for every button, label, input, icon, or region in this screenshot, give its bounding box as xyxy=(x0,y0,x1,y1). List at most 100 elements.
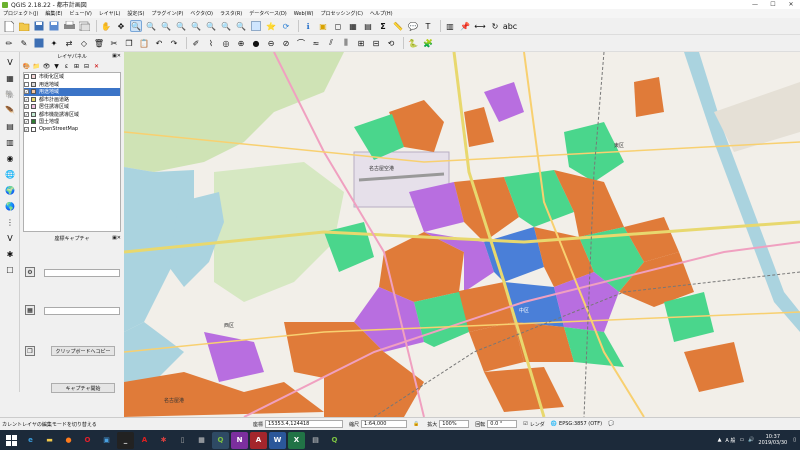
menu-plugins[interactable]: プラグイン(P) xyxy=(151,10,183,17)
zoom-actual-icon[interactable]: 🔍 xyxy=(160,20,172,32)
change-label-icon[interactable]: abc xyxy=(503,20,517,32)
crs-status[interactable]: EPSG:3857 (OTF) xyxy=(559,421,602,427)
add-wms-icon[interactable]: 🌐 xyxy=(4,168,16,180)
current-edits-icon[interactable]: ✏ xyxy=(3,37,15,49)
map-tips-icon[interactable]: 💬 xyxy=(407,20,419,32)
layer-checkbox[interactable] xyxy=(24,74,29,80)
layer-item-selected[interactable]: ✓ 用途地域 xyxy=(24,88,120,96)
split-parts-icon[interactable]: ⫼ xyxy=(340,37,352,49)
add-postgis-icon[interactable]: 🐘 xyxy=(4,88,16,100)
copy-icon[interactable]: ❐ xyxy=(25,346,35,356)
zoom-out-icon[interactable]: 🔍 xyxy=(145,20,157,32)
crs-icon[interactable]: 🌐 xyxy=(551,421,557,427)
offset-curve-icon[interactable]: ≈ xyxy=(310,37,322,49)
rotation-spinbox[interactable]: 0.0 ° xyxy=(487,420,518,428)
layer-checkbox[interactable]: ✓ xyxy=(24,104,29,110)
add-group-icon[interactable]: 📁 xyxy=(33,63,40,70)
menu-view[interactable]: ビュー(V) xyxy=(69,10,91,17)
add-feature-icon[interactable]: ✦ xyxy=(48,37,60,49)
add-virtual-layer-icon[interactable]: V xyxy=(4,232,16,244)
lock-icon[interactable]: 🔒 xyxy=(413,421,419,427)
render-checkbox[interactable]: ☑ xyxy=(523,421,527,427)
measure-icon[interactable]: 📏 xyxy=(392,20,404,32)
add-raster-icon[interactable]: ▦ xyxy=(4,72,16,84)
save-edits-icon[interactable] xyxy=(33,37,45,49)
save-as-icon[interactable] xyxy=(48,20,60,32)
remove-layer-icon[interactable]: ✕ xyxy=(93,63,100,70)
add-delimited-text-icon[interactable]: ⋮ xyxy=(4,216,16,228)
coord-display[interactable]: 15353.4,124418 xyxy=(265,420,344,428)
word-icon[interactable]: W xyxy=(269,431,286,449)
ie-icon[interactable]: e xyxy=(22,432,39,449)
notification-icon[interactable]: ▯ xyxy=(793,437,796,443)
statistics-icon[interactable]: Σ xyxy=(377,20,389,32)
copy-to-clipboard-button[interactable]: クリップボードへコピー xyxy=(51,346,115,356)
layer-checkbox[interactable]: ✓ xyxy=(24,89,29,95)
zoom-in-icon[interactable]: 🔍 xyxy=(130,20,142,32)
filter-legend-icon[interactable]: ▼ xyxy=(53,63,60,70)
attribute-table-icon[interactable]: ▦ xyxy=(347,20,359,32)
menu-raster[interactable]: ラスタ(R) xyxy=(220,10,242,17)
start-capture-button[interactable]: キャプチャ開始 xyxy=(51,383,115,393)
select-features-icon[interactable]: ▣ xyxy=(317,20,329,32)
add-db2-icon[interactable]: ▥ xyxy=(4,136,16,148)
move-feature-icon[interactable]: ⇄ xyxy=(63,37,75,49)
simplify-icon[interactable]: ⌇ xyxy=(205,37,217,49)
pin-label-icon[interactable]: 📌 xyxy=(459,20,471,32)
notepad-icon[interactable]: ▤ xyxy=(307,432,324,449)
excel-icon[interactable]: X xyxy=(288,431,305,449)
open-project-icon[interactable] xyxy=(18,20,30,32)
menu-database[interactable]: データベース(D) xyxy=(249,10,287,17)
delete-ring-icon[interactable]: ⊖ xyxy=(265,37,277,49)
menu-edit[interactable]: 編集(E) xyxy=(45,10,62,17)
paste-features-icon[interactable]: 📋 xyxy=(138,37,150,49)
panel-close-icon[interactable]: ▣✕ xyxy=(112,235,121,241)
redo-icon[interactable]: ↷ xyxy=(168,37,180,49)
print-composer-icon[interactable] xyxy=(63,20,75,32)
app-icon[interactable]: ✱ xyxy=(155,432,172,449)
new-temp-layer-icon[interactable]: ☐ xyxy=(4,264,16,276)
tablet-icon[interactable]: ▯ xyxy=(174,432,191,449)
zoom-next-icon[interactable]: 🔍 xyxy=(235,20,247,32)
messages-icon[interactable]: 💬 xyxy=(608,421,614,427)
menu-layer[interactable]: レイヤ(L) xyxy=(99,10,121,17)
open-layer-styling-icon[interactable]: 🎨 xyxy=(23,63,30,70)
new-shapefile-icon[interactable]: ✱ xyxy=(4,248,16,260)
photos-icon[interactable]: ▣ xyxy=(98,432,115,449)
layer-checkbox[interactable]: ✓ xyxy=(24,96,29,102)
menu-help[interactable]: ヘルプ(H) xyxy=(370,10,393,17)
minimize-button[interactable]: — xyxy=(746,0,764,9)
qgis-taskbar-icon-2[interactable]: Q xyxy=(326,432,343,449)
layer-checkbox[interactable]: ✓ xyxy=(24,111,29,117)
python-icon[interactable]: 🐍 xyxy=(407,37,419,49)
crs-select-icon[interactable]: ⚙ xyxy=(25,267,35,277)
move-label-icon[interactable]: ⟷ xyxy=(474,20,486,32)
firefox-icon[interactable]: ● xyxy=(60,432,77,449)
layer-item[interactable]: ✓ 都市計画道路 xyxy=(24,96,120,104)
copy-features-icon[interactable]: ❐ xyxy=(123,37,135,49)
split-features-icon[interactable]: ⫽ xyxy=(325,37,337,49)
layer-item[interactable]: 市街化区域 xyxy=(24,73,120,81)
pan-icon[interactable]: ✋ xyxy=(100,20,112,32)
access-icon[interactable]: A xyxy=(250,431,267,449)
collapse-all-icon[interactable]: ⊟ xyxy=(83,63,90,70)
terminal-icon[interactable]: _ xyxy=(117,431,134,449)
maximize-button[interactable]: ☐ xyxy=(764,0,782,9)
tray-expand-icon[interactable]: ▲ xyxy=(718,437,722,443)
deselect-icon[interactable]: ◻ xyxy=(332,20,344,32)
save-project-icon[interactable] xyxy=(33,20,45,32)
layer-checkbox[interactable]: ✓ xyxy=(24,126,29,132)
layer-checkbox[interactable] xyxy=(24,81,29,87)
clock[interactable]: 10:37 2019/03/30 xyxy=(758,434,787,446)
filter-expression-icon[interactable]: ε xyxy=(63,63,70,70)
menu-web[interactable]: Web(W) xyxy=(294,11,314,17)
map-canvas[interactable]: 名古屋空港 西区 東区 中区 名古屋港 xyxy=(124,52,800,417)
delete-part-icon[interactable]: ⊘ xyxy=(280,37,292,49)
network-icon[interactable]: ▭ xyxy=(739,437,744,443)
digitize-icon[interactable]: ✐ xyxy=(190,37,202,49)
composer-manager-icon[interactable] xyxy=(78,20,90,32)
volume-icon[interactable]: 🔊 xyxy=(748,437,754,443)
ime-indicator[interactable]: A 般 xyxy=(725,437,735,444)
expand-all-icon[interactable]: ⊞ xyxy=(73,63,80,70)
menu-processing[interactable]: プロセッシング(C) xyxy=(321,10,363,17)
